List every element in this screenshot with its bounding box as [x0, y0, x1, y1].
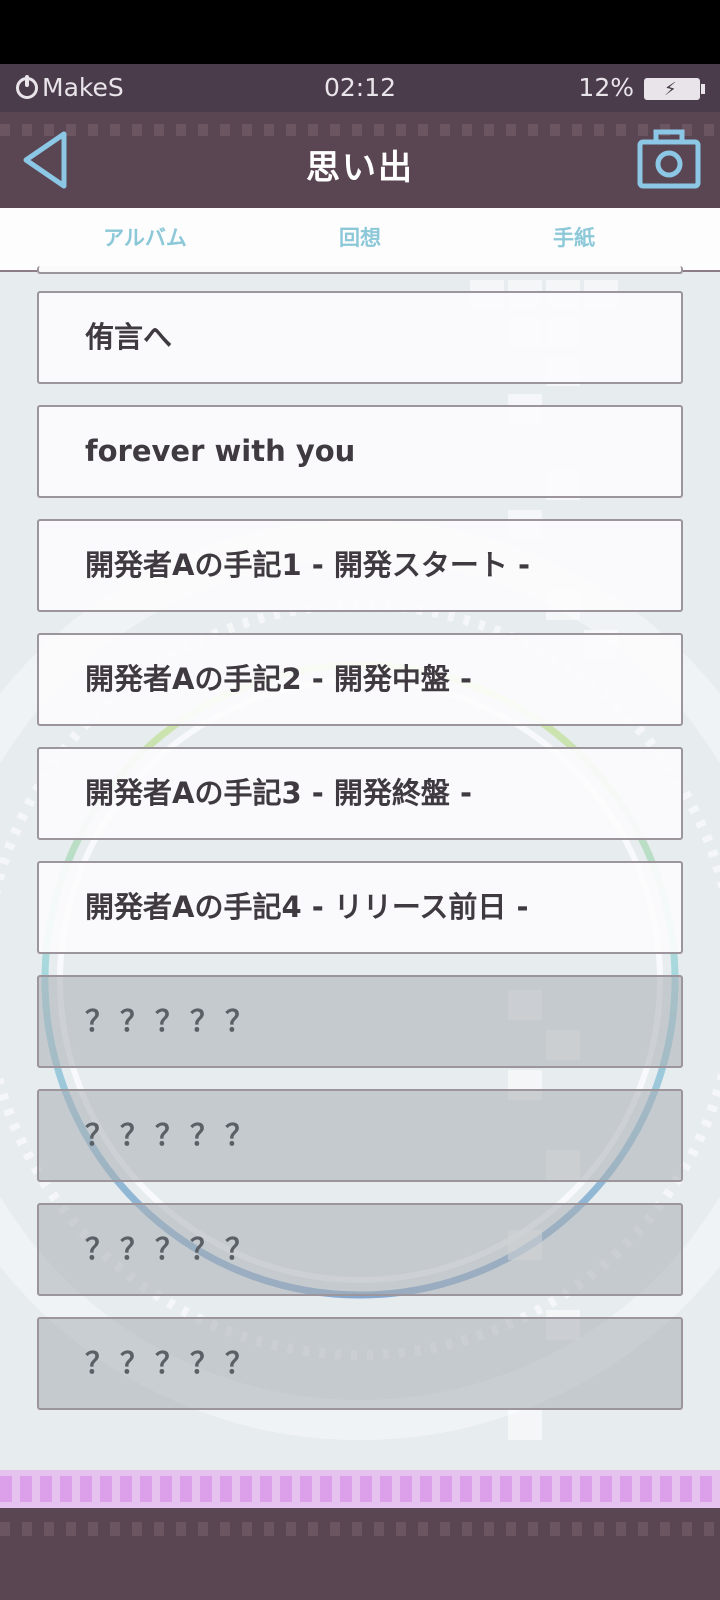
letter-item[interactable]: 侑言へ — [37, 291, 683, 384]
letter-item[interactable]: 開発者Aの手記1 - 開発スタート - — [37, 519, 683, 612]
tab-bar: アルバム 回想 手紙 — [0, 208, 720, 274]
camera-button[interactable] — [636, 126, 702, 192]
letter-item-locked[interactable]: ？？？？？ — [37, 975, 683, 1068]
footer-equalizer — [0, 1470, 720, 1508]
battery-percent: 12% — [578, 73, 634, 102]
tab-album[interactable]: アルバム — [38, 222, 252, 252]
tab-recollection[interactable]: 回想 — [253, 222, 467, 252]
letter-item-locked[interactable]: ？？？？？ — [37, 1203, 683, 1296]
tab-letters[interactable]: 手紙 — [467, 222, 681, 274]
letter-item-locked[interactable]: ？？？？？ — [37, 1317, 683, 1410]
letter-item-locked[interactable]: ？？？？？ — [37, 1089, 683, 1182]
letter-item[interactable]: 開発者Aの手記4 - リリース前日 - — [37, 861, 683, 954]
camera-icon — [637, 129, 701, 189]
list-item-partial — [37, 266, 683, 274]
battery-charging-icon: ⚡ — [644, 78, 705, 100]
letter-list: 侑言へ forever with you 開発者Aの手記1 - 開発スタート -… — [0, 266, 720, 1470]
footer-bar — [0, 1508, 720, 1600]
letter-item[interactable]: 開発者Aの手記3 - 開発終盤 - — [37, 747, 683, 840]
header-stripe — [0, 124, 720, 136]
app-header: 思い出 — [0, 112, 720, 208]
letter-item[interactable]: 開発者Aの手記2 - 開発中盤 - — [37, 633, 683, 726]
status-bar: MakeS 02:12 12% ⚡ — [0, 64, 720, 112]
letter-item[interactable]: forever with you — [37, 405, 683, 498]
page-title: 思い出 — [306, 148, 414, 188]
top-black-bar — [0, 0, 720, 64]
